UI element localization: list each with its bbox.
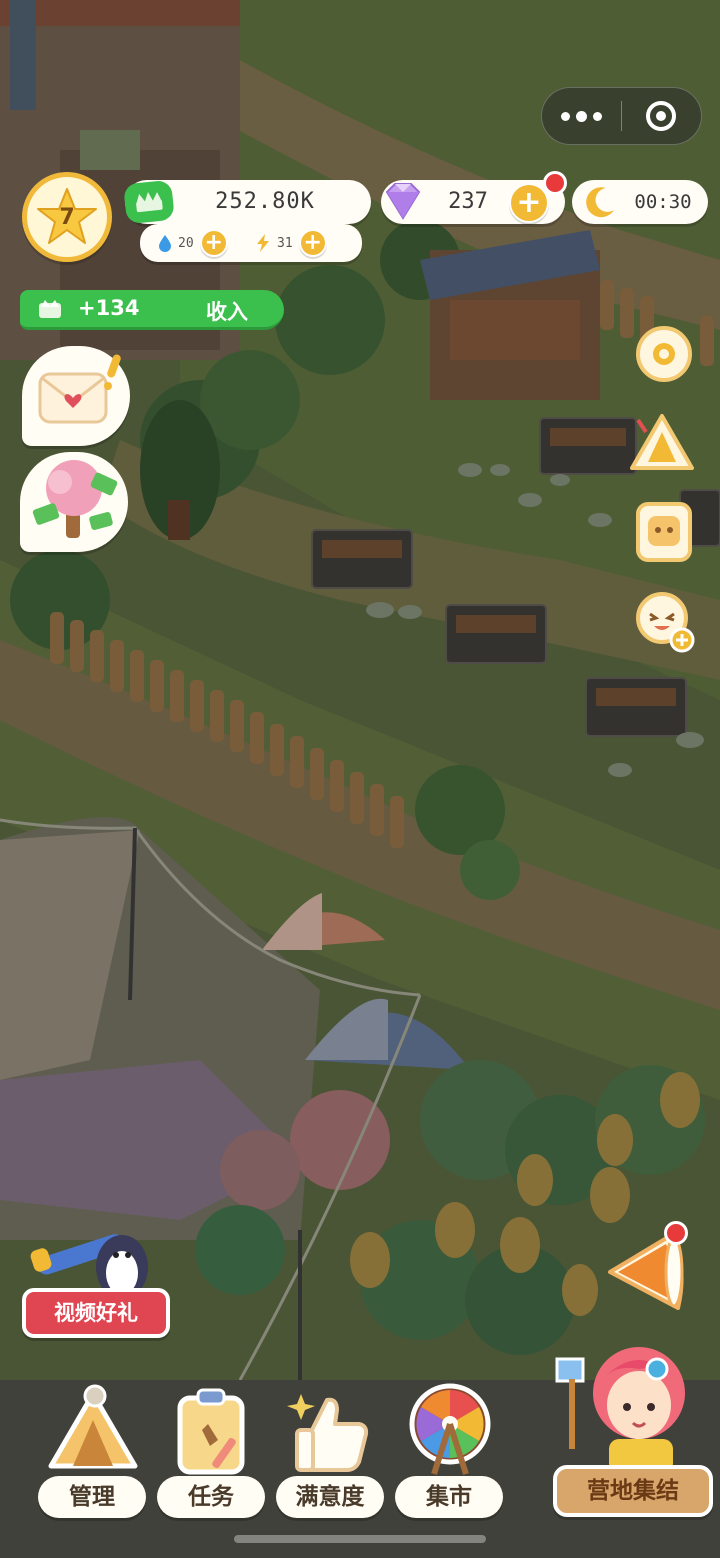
income-bar[interactable]: +134 收入 [20, 290, 284, 330]
crown-icon [39, 300, 61, 318]
emoji-add-icon[interactable] [630, 588, 698, 656]
miniapp-capsule [541, 87, 702, 145]
water-resource: 20 + [158, 229, 228, 257]
tent-icon[interactable] [628, 410, 696, 478]
coins-value: 252.80K [215, 189, 315, 214]
tent-manage-icon [48, 1384, 138, 1469]
nav-market-label: 集市 [395, 1476, 503, 1518]
income-label: 收入 [206, 300, 248, 324]
nav-manage-label: 管理 [38, 1476, 146, 1518]
home-indicator[interactable] [234, 1535, 486, 1543]
sub-resources-bar: 20 + 31 + [140, 224, 362, 262]
energy-value: 31 [277, 235, 293, 251]
clipboard-task-icon [177, 1388, 245, 1475]
mail-button[interactable] [22, 346, 130, 446]
horn-notification-dot [664, 1221, 688, 1245]
diamond-icon [385, 183, 421, 220]
envelope-heart-icon [38, 354, 121, 424]
nav-tasks[interactable]: 任务 [157, 1380, 267, 1520]
add-gems-button[interactable]: + [509, 183, 549, 223]
nav-tasks-label: 任务 [157, 1476, 265, 1518]
night-timer-bar[interactable]: 00:30 [572, 180, 708, 224]
camp-gather-label: 营地集结 [553, 1465, 713, 1517]
nav-satisfaction-label: 满意度 [276, 1476, 384, 1518]
water-drop-icon [159, 235, 171, 252]
income-amount: +134 [78, 296, 140, 320]
settings-gear-icon[interactable] [630, 320, 698, 388]
camp-gather-button[interactable]: 营地集结 [553, 1335, 713, 1520]
coins-bar[interactable]: 252.80K [123, 179, 371, 225]
nav-satisfaction[interactable]: 满意度 [276, 1380, 386, 1520]
money-tree-icon [32, 460, 118, 538]
video-gift-label[interactable]: 视频好礼 [22, 1288, 170, 1338]
money-tree-button[interactable] [20, 452, 128, 552]
thumbs-up-icon [287, 1394, 369, 1472]
target-close-icon[interactable] [622, 87, 701, 145]
player-level: 7 [59, 205, 75, 230]
girl-character-icon [555, 1347, 685, 1473]
player-level-badge[interactable]: 7 [22, 172, 112, 262]
more-dots-icon[interactable] [542, 87, 621, 145]
nav-market[interactable]: 集市 [395, 1380, 505, 1520]
gems-value: 237 [448, 189, 488, 214]
add-energy-button[interactable]: + [298, 229, 327, 257]
gems-notification-dot [543, 171, 567, 195]
gems-bar[interactable]: 237 + [381, 180, 565, 224]
toast-card-icon[interactable] [630, 498, 698, 566]
moon-icon [586, 187, 614, 218]
add-water-button[interactable]: + [199, 229, 228, 257]
lightning-icon [257, 234, 269, 252]
water-value: 20 [178, 235, 194, 251]
crown-cash-icon [123, 179, 175, 225]
energy-resource: 31 + [255, 229, 327, 257]
ferris-wheel-icon [409, 1383, 491, 1475]
timer-value: 00:30 [634, 191, 692, 213]
nav-manage[interactable]: 管理 [38, 1380, 148, 1520]
